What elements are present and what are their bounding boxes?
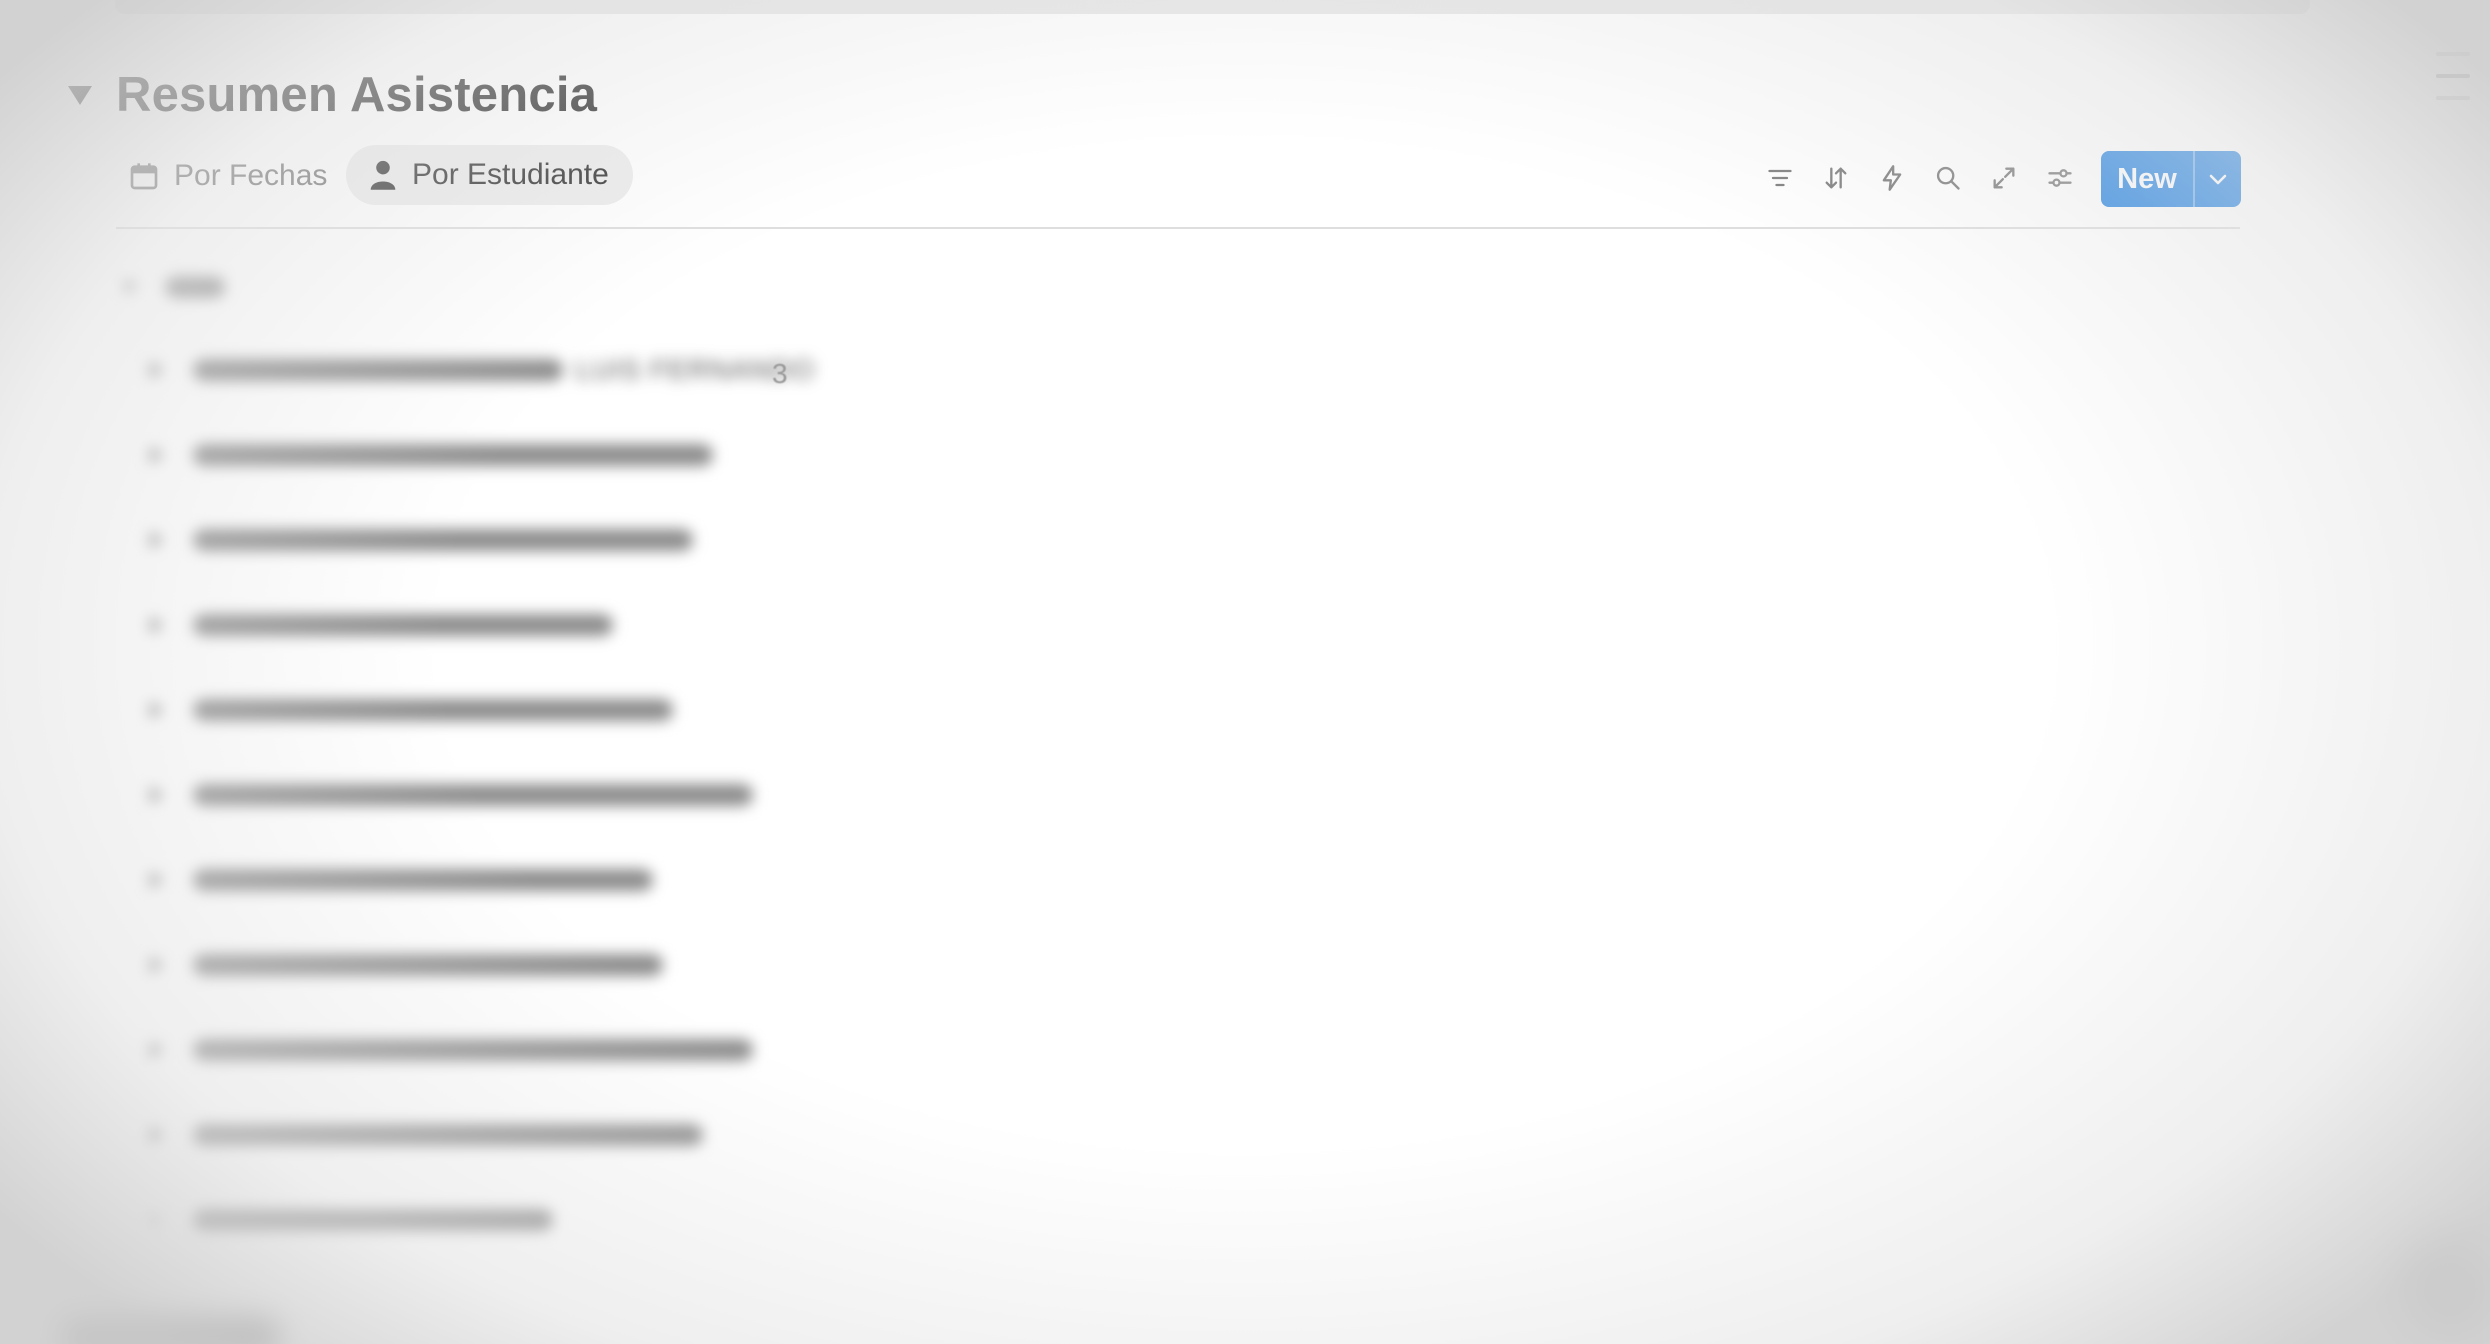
list-item[interactable] [150, 437, 713, 473]
settings-button[interactable] [2041, 159, 2079, 197]
list-item[interactable] [150, 607, 613, 643]
list-item[interactable] [150, 777, 753, 813]
new-button[interactable]: New [2101, 151, 2193, 207]
previous-block-edge [115, 0, 2310, 14]
calendar-icon [128, 160, 160, 192]
outline-indicator[interactable] [2436, 52, 2470, 118]
search-button[interactable] [1929, 159, 1967, 197]
new-dropdown-button[interactable] [2195, 151, 2241, 207]
expand-icon [1993, 167, 2015, 189]
section-title: Resumen Asistencia [116, 68, 598, 122]
row-count: 3 [772, 358, 788, 389]
tab-por-fechas[interactable]: Por Fechas [116, 146, 339, 206]
filter-icon [1768, 169, 1792, 187]
list-item[interactable] [150, 692, 673, 728]
list-item[interactable] [150, 1202, 553, 1238]
search-icon [1936, 166, 1960, 190]
group-toggle-icon [125, 278, 137, 294]
expand-button[interactable] [1985, 159, 2023, 197]
automation-icon [1882, 165, 1902, 191]
list-item[interactable] [150, 862, 653, 898]
filter-button[interactable] [1761, 159, 1799, 197]
list-item[interactable] [150, 522, 693, 558]
tab-por-estudiante[interactable]: Por Estudiante [346, 145, 633, 205]
page: Resumen Asistencia Por Fechas Por Estudi… [0, 0, 2490, 1344]
new-button-group: New [2101, 151, 2241, 207]
chevron-down-icon [2209, 174, 2227, 185]
automation-button[interactable] [1873, 159, 1911, 197]
tab-label: Por Estudiante [412, 158, 609, 191]
list-item[interactable] [150, 1117, 703, 1153]
blurred-footer [60, 1318, 280, 1344]
help-button[interactable] [2400, 1240, 2490, 1340]
list-item[interactable] [150, 947, 663, 983]
row-toggle-icon [150, 361, 163, 379]
sort-icon [1825, 167, 1847, 189]
list-item[interactable]: LUIS FERNANDO [150, 352, 815, 388]
settings-icon [2048, 169, 2072, 187]
blurred-list: LUIS FERNANDO [0, 240, 2490, 1344]
collapse-toggle-icon[interactable] [68, 86, 92, 105]
tab-label: Por Fechas [174, 159, 328, 192]
toolbar-divider [116, 227, 2240, 229]
group-header [165, 270, 225, 298]
person-icon [368, 159, 398, 191]
list-item[interactable] [150, 1032, 753, 1068]
sort-button[interactable] [1817, 159, 1855, 197]
